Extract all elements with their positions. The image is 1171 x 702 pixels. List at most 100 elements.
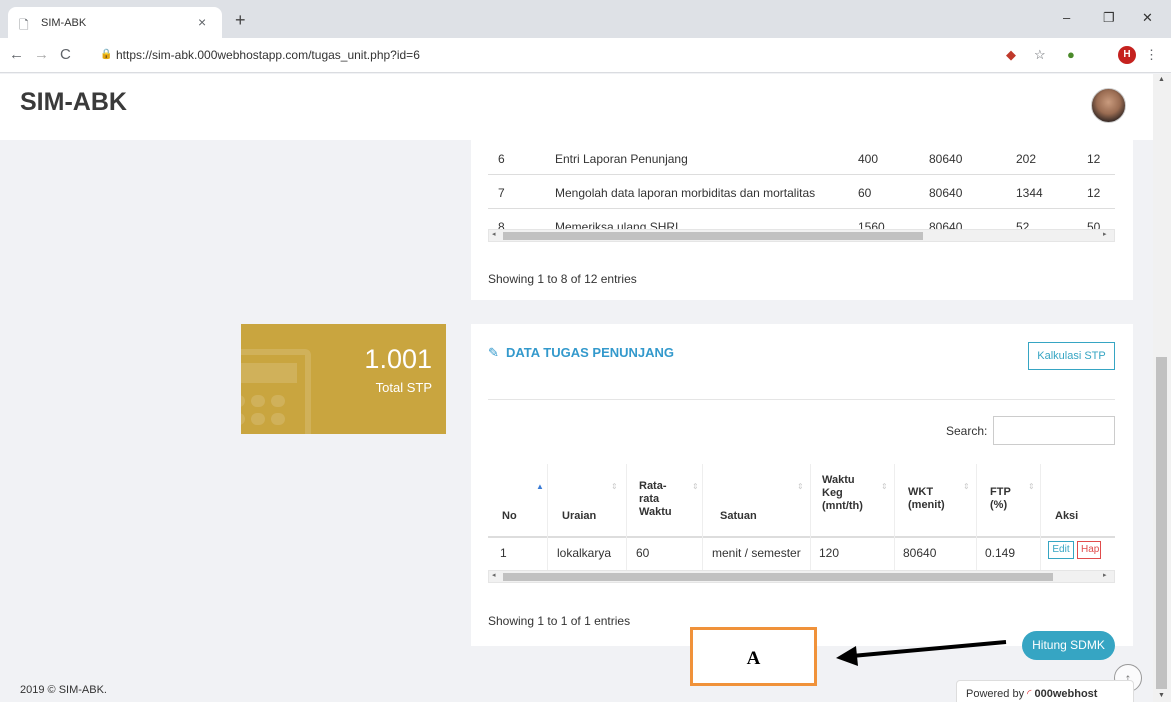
scroll-up-icon[interactable]: ▲ bbox=[1158, 76, 1165, 83]
page-viewport: SIM-ABK 6 Entri Laporan Penunjang 400 80… bbox=[0, 74, 1153, 702]
sort-icon: ⇕ bbox=[692, 482, 699, 491]
divider bbox=[488, 399, 1115, 400]
hapus-button[interactable]: Hapus bbox=[1077, 541, 1101, 559]
column-divider bbox=[547, 464, 548, 570]
powered-by-badge[interactable]: Powered by ◜ 000webhost bbox=[956, 680, 1134, 702]
col-header-no[interactable]: No bbox=[502, 510, 517, 523]
back-icon[interactable]: ← bbox=[9, 46, 24, 63]
search-label: Search: bbox=[946, 424, 988, 438]
top-table-info: Showing 1 to 8 of 12 entries bbox=[488, 272, 637, 286]
bookmark-star-icon[interactable]: ☆ bbox=[1034, 47, 1046, 63]
browser-titlebar: 🗋 SIM-ABK × + – ❐ ✕ bbox=[0, 0, 1171, 38]
address-bar[interactable]: https://sim-abk.000webhostapp.com/tugas_… bbox=[116, 48, 420, 62]
cell-no: 6 bbox=[498, 152, 505, 166]
browser-toolbar: ← → C 🔒 https://sim-abk.000webhostapp.co… bbox=[0, 38, 1171, 73]
cell-rata: 60 bbox=[636, 546, 650, 560]
new-tab-button[interactable]: + bbox=[235, 10, 246, 31]
cell-satuan: menit / semester bbox=[712, 546, 801, 560]
cell-value: 202 bbox=[1016, 152, 1037, 166]
cell-no: 7 bbox=[498, 186, 505, 200]
sort-icon: ⇕ bbox=[1028, 482, 1035, 491]
cell-value: 80640 bbox=[929, 152, 963, 166]
column-divider bbox=[702, 464, 703, 570]
scroll-right-icon[interactable]: ▸ bbox=[1103, 571, 1107, 579]
tab-title: SIM-ABK bbox=[41, 17, 87, 29]
column-divider bbox=[894, 464, 895, 570]
cell-value: 80640 bbox=[929, 186, 963, 200]
footer-copyright: 2019 © SIM-ABK. bbox=[20, 684, 107, 696]
scroll-right-icon[interactable]: ▸ bbox=[1103, 230, 1107, 238]
cell-no: 1 bbox=[500, 546, 507, 560]
cell-wkt: 80640 bbox=[903, 546, 937, 560]
cell-waktu-keg: 120 bbox=[819, 546, 840, 560]
cell-uraian: Mengolah data laporan morbiditas dan mor… bbox=[555, 186, 816, 200]
penunjang-table-info: Showing 1 to 1 of 1 entries bbox=[488, 614, 631, 628]
powered-prefix: Powered by bbox=[966, 688, 1025, 700]
annotation-box-a: A bbox=[690, 627, 817, 686]
scroll-left-icon[interactable]: ◂ bbox=[492, 230, 496, 238]
page-scrollbar[interactable]: ▲ ▼ bbox=[1153, 74, 1171, 702]
maximize-button[interactable]: ❐ bbox=[1103, 10, 1115, 26]
minimize-button[interactable]: – bbox=[1063, 10, 1070, 25]
top-table: 6 Entri Laporan Penunjang 400 80640 202 … bbox=[488, 142, 1115, 236]
table-row: 7 Mengolah data laporan morbiditas dan m… bbox=[488, 176, 1115, 209]
extension-icon[interactable]: ◆ bbox=[1006, 47, 1016, 63]
calculator-icon bbox=[241, 349, 311, 434]
extension-globe-icon[interactable]: ● bbox=[1067, 47, 1075, 62]
cell-value: 400 bbox=[858, 152, 879, 166]
sort-asc-icon: ▲ bbox=[536, 482, 544, 491]
col-header-uraian[interactable]: Uraian bbox=[562, 510, 596, 523]
search-input[interactable] bbox=[993, 416, 1115, 445]
edit-icon: ✎ bbox=[488, 345, 499, 360]
sort-icon: ⇕ bbox=[963, 482, 970, 491]
col-header-wkt[interactable]: WKT (menit) bbox=[908, 486, 945, 512]
top-table-scrollbar[interactable]: ◂ ▸ bbox=[488, 229, 1115, 242]
profile-avatar-icon[interactable]: H bbox=[1118, 46, 1136, 64]
powered-brand: 000webhost bbox=[1034, 688, 1098, 700]
total-stp-label: Total STP bbox=[375, 380, 432, 395]
section-title: DATA TUGAS PENUNJANG bbox=[506, 345, 675, 360]
penunjang-table-scrollbar[interactable]: ◂ ▸ bbox=[488, 570, 1115, 583]
scroll-down-icon[interactable]: ▼ bbox=[1158, 692, 1165, 699]
cell-value: 1344 bbox=[1016, 186, 1043, 200]
sort-icon: ⇕ bbox=[611, 482, 618, 491]
hitung-sdmk-button[interactable]: Hitung SDMK bbox=[1022, 631, 1115, 660]
column-divider bbox=[626, 464, 627, 570]
browser-menu-icon[interactable]: ⋮ bbox=[1145, 47, 1158, 63]
webhost-logo-icon: ◜ bbox=[1027, 688, 1032, 700]
site-brand[interactable]: SIM-ABK bbox=[20, 88, 127, 117]
scroll-thumb[interactable] bbox=[503, 232, 923, 240]
close-window-button[interactable]: ✕ bbox=[1142, 10, 1153, 26]
sort-icon: ⇕ bbox=[881, 482, 888, 491]
col-header-rata[interactable]: Rata-rata Waktu bbox=[639, 480, 672, 519]
cell-value: 12 bbox=[1087, 186, 1101, 200]
cell-ftp: 0.149 bbox=[985, 546, 1016, 560]
kalkulasi-stp-button[interactable]: Kalkulasi STP bbox=[1028, 342, 1115, 370]
page-icon: 🗋 bbox=[19, 18, 29, 32]
user-avatar[interactable] bbox=[1091, 88, 1126, 123]
forward-icon[interactable]: → bbox=[34, 46, 49, 63]
sort-icon: ⇕ bbox=[797, 482, 804, 491]
browser-tab[interactable]: 🗋 SIM-ABK × bbox=[8, 7, 222, 38]
total-stp-tile: 1.001 Total STP bbox=[241, 324, 446, 434]
scroll-left-icon[interactable]: ◂ bbox=[492, 571, 496, 579]
cell-value: 60 bbox=[858, 186, 872, 200]
column-divider bbox=[810, 464, 811, 570]
column-divider bbox=[1040, 464, 1041, 570]
col-header-satuan[interactable]: Satuan bbox=[720, 510, 757, 523]
cell-uraian: Entri Laporan Penunjang bbox=[555, 152, 688, 166]
column-divider bbox=[976, 464, 977, 570]
cell-value: 12 bbox=[1087, 152, 1101, 166]
tab-close-icon[interactable]: × bbox=[198, 14, 206, 30]
scroll-thumb[interactable] bbox=[503, 573, 1053, 581]
cell-uraian: lokalkarya bbox=[557, 546, 612, 560]
table-row: 6 Entri Laporan Penunjang 400 80640 202 … bbox=[488, 142, 1115, 175]
edit-button[interactable]: Edit bbox=[1048, 541, 1074, 559]
col-header-waktu-keg[interactable]: Waktu Keg (mnt/th) bbox=[822, 474, 863, 513]
page-scroll-thumb[interactable] bbox=[1156, 357, 1167, 689]
lock-icon[interactable]: 🔒 bbox=[100, 49, 112, 60]
col-header-aksi: Aksi bbox=[1055, 510, 1079, 522]
site-header: SIM-ABK bbox=[0, 74, 1153, 140]
reload-icon[interactable]: C bbox=[60, 46, 71, 63]
col-header-ftp[interactable]: FTP (%) bbox=[990, 486, 1011, 512]
